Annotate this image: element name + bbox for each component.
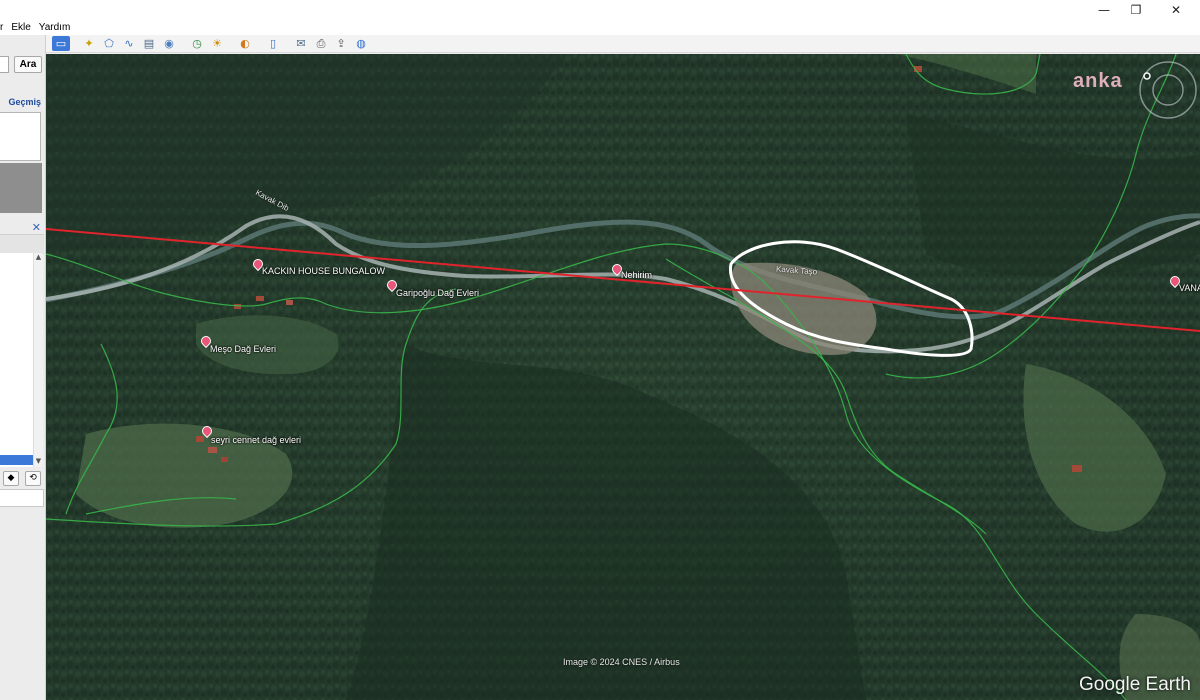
save-image-button[interactable]: ⇪: [332, 36, 350, 51]
refresh-icon: ⟲: [29, 473, 37, 483]
menu-item-add[interactable]: Ekle: [11, 22, 34, 33]
places-scrollbar[interactable]: ▲ ▼: [33, 253, 43, 467]
image-overlay-icon: ▤: [143, 37, 155, 50]
maximize-button[interactable]: ❐: [1116, 0, 1156, 20]
email-icon: ✉: [296, 37, 306, 50]
historical-imagery-button[interactable]: ◷: [188, 36, 206, 51]
sunlight-button[interactable]: ☀: [208, 36, 226, 51]
place-label[interactable]: Meşo Dağ Evleri: [210, 344, 276, 354]
sidebar-toggle-button[interactable]: ▭: [52, 36, 70, 51]
sidebar-toggle-icon: ▭: [55, 37, 67, 50]
print-icon: ⎙: [316, 37, 326, 50]
title-bar: — ❐ ✕: [0, 0, 1200, 20]
sidebar-panel: Ara Geçmiş ✕ ▲ ▼ ◆ ⟲: [0, 35, 46, 700]
ruler-icon: ▯: [269, 37, 277, 50]
record-tour-icon: ◉: [164, 37, 174, 50]
planets-button[interactable]: ◐: [236, 36, 254, 51]
sunlight-icon: ☀: [212, 37, 222, 50]
save-image-icon: ⇪: [336, 37, 346, 50]
menu-bar: r Ekle Yardım: [0, 20, 1200, 35]
add-polygon-button[interactable]: ⬠: [100, 36, 118, 51]
history-link[interactable]: Geçmiş: [8, 97, 41, 107]
toolbar: ▭ ✦ ⬠ ∿ ▤ ◉ ◷ ☀ ◐ ▯ ✉ ⎙ ⇪ ◍: [46, 35, 1200, 53]
diamond-icon: ◆: [7, 473, 15, 483]
places-header: [0, 234, 44, 254]
layers-panel[interactable]: [0, 489, 44, 507]
toolbar-separator: [72, 37, 78, 51]
toolbar-separator: [180, 37, 186, 51]
places-refresh-button[interactable]: ⟲: [25, 470, 41, 486]
view-in-maps-button[interactable]: ◍: [352, 36, 370, 51]
search-button[interactable]: Ara: [14, 56, 42, 73]
add-polygon-icon: ⬠: [104, 37, 114, 50]
email-button[interactable]: ✉: [292, 36, 310, 51]
places-actions: ◆ ⟲: [0, 469, 44, 487]
places-selected-row[interactable]: [0, 455, 33, 465]
menu-item-tools[interactable]: r: [0, 22, 7, 33]
menu-item-help[interactable]: Yardım: [39, 22, 75, 33]
historical-imagery-icon: ◷: [192, 37, 202, 50]
place-label[interactable]: KACKIN HOUSE BUNGALOW: [262, 266, 385, 276]
scroll-down-icon[interactable]: ▼: [34, 457, 43, 467]
satellite-imagery: [46, 54, 1200, 700]
add-path-button[interactable]: ∿: [120, 36, 138, 51]
scroll-up-icon[interactable]: ▲: [34, 253, 43, 263]
record-tour-button[interactable]: ◉: [160, 36, 178, 51]
search-results-footer: [0, 163, 42, 213]
toolbar-separator: [228, 37, 234, 51]
anka-watermark: anka: [1073, 70, 1123, 92]
close-window-button[interactable]: ✕: [1156, 0, 1196, 20]
add-path-icon: ∿: [124, 37, 134, 50]
place-label[interactable]: seyri cennet dağ evleri: [211, 435, 301, 445]
toolbar-separator: [284, 37, 290, 51]
print-button[interactable]: ⎙: [312, 36, 330, 51]
place-label[interactable]: VANA: [1179, 283, 1200, 293]
map-viewport[interactable]: KACKIN HOUSE BUNGALOW Garipoğlu Dağ Evle…: [46, 54, 1200, 700]
search-input[interactable]: [0, 56, 9, 73]
places-search-button[interactable]: ◆: [3, 470, 19, 486]
image-overlay-button[interactable]: ▤: [140, 36, 158, 51]
add-placemark-icon: ✦: [84, 37, 94, 50]
places-list[interactable]: [0, 253, 33, 467]
search-results-list: [0, 112, 41, 161]
place-label[interactable]: Nehirim: [621, 270, 652, 280]
close-icon[interactable]: ✕: [32, 221, 41, 234]
google-earth-logo: Google Earth: [1079, 674, 1191, 695]
add-placemark-button[interactable]: ✦: [80, 36, 98, 51]
place-label[interactable]: Garipoğlu Dağ Evleri: [396, 288, 479, 298]
view-in-maps-icon: ◍: [356, 37, 366, 50]
ruler-button[interactable]: ▯: [264, 36, 282, 51]
toolbar-separator: [256, 37, 262, 51]
planets-icon: ◐: [240, 37, 250, 50]
imagery-attribution: Image © 2024 CNES / Airbus: [563, 657, 680, 667]
